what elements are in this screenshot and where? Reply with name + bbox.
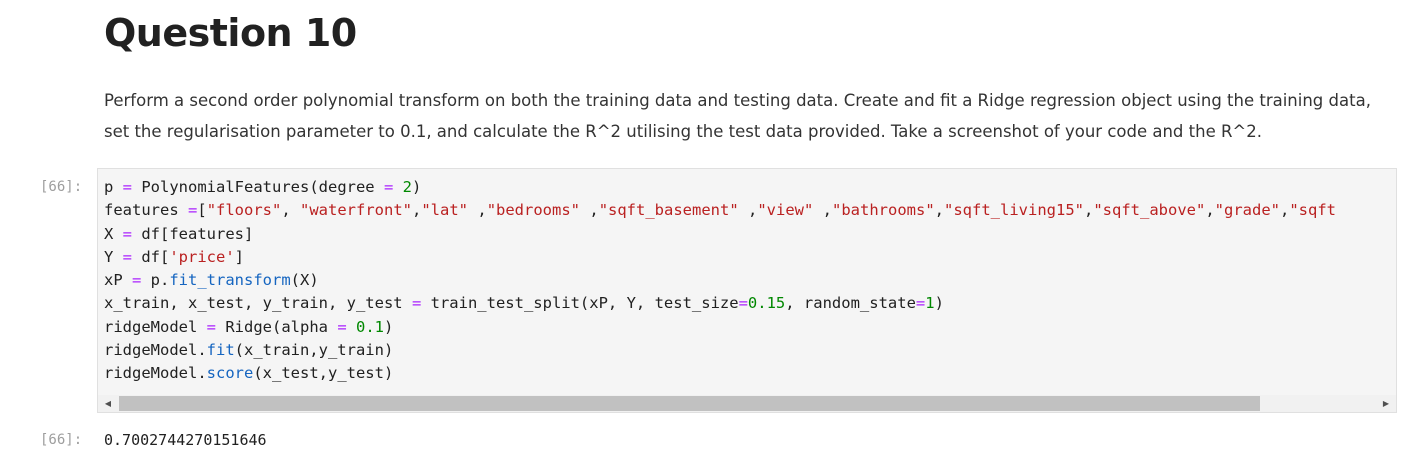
code-line: ridgeModel = Ridge(alpha = 0.1) bbox=[104, 317, 394, 336]
question-description: Perform a second order polynomial transf… bbox=[104, 91, 1371, 141]
code-line: Y = df['price'] bbox=[104, 247, 245, 266]
code-editor[interactable]: p = PolynomialFeatures(degree = 2) featur… bbox=[104, 176, 1336, 386]
code-line: p = PolynomialFeatures(degree = 2) bbox=[104, 178, 422, 196]
code-cell[interactable]: p = PolynomialFeatures(degree = 2) featur… bbox=[97, 168, 1397, 413]
horizontal-scrollbar[interactable]: ◀ ▶ bbox=[98, 395, 1396, 412]
cell-output: 0.7002744270151646 bbox=[104, 431, 267, 449]
question-heading: Question 10 bbox=[104, 11, 357, 55]
output-prompt: [66]: bbox=[40, 432, 83, 448]
code-line: ridgeModel.score(x_test,y_test) bbox=[104, 364, 394, 383]
scrollbar-thumb[interactable] bbox=[119, 396, 1260, 411]
code-line: X = df[features] bbox=[104, 224, 254, 243]
triangle-left-icon[interactable]: ◀ bbox=[100, 395, 116, 412]
code-line: ridgeModel.fit(x_train,y_train) bbox=[104, 341, 394, 360]
code-line: x_train, x_test, y_train, y_test = train… bbox=[104, 294, 944, 313]
code-line: xP = p.fit_transform(X) bbox=[104, 271, 319, 290]
input-prompt: [66]: bbox=[40, 179, 83, 195]
triangle-right-icon[interactable]: ▶ bbox=[1378, 395, 1394, 412]
code-line: features =["floors", "waterfront","lat" … bbox=[104, 201, 1337, 220]
